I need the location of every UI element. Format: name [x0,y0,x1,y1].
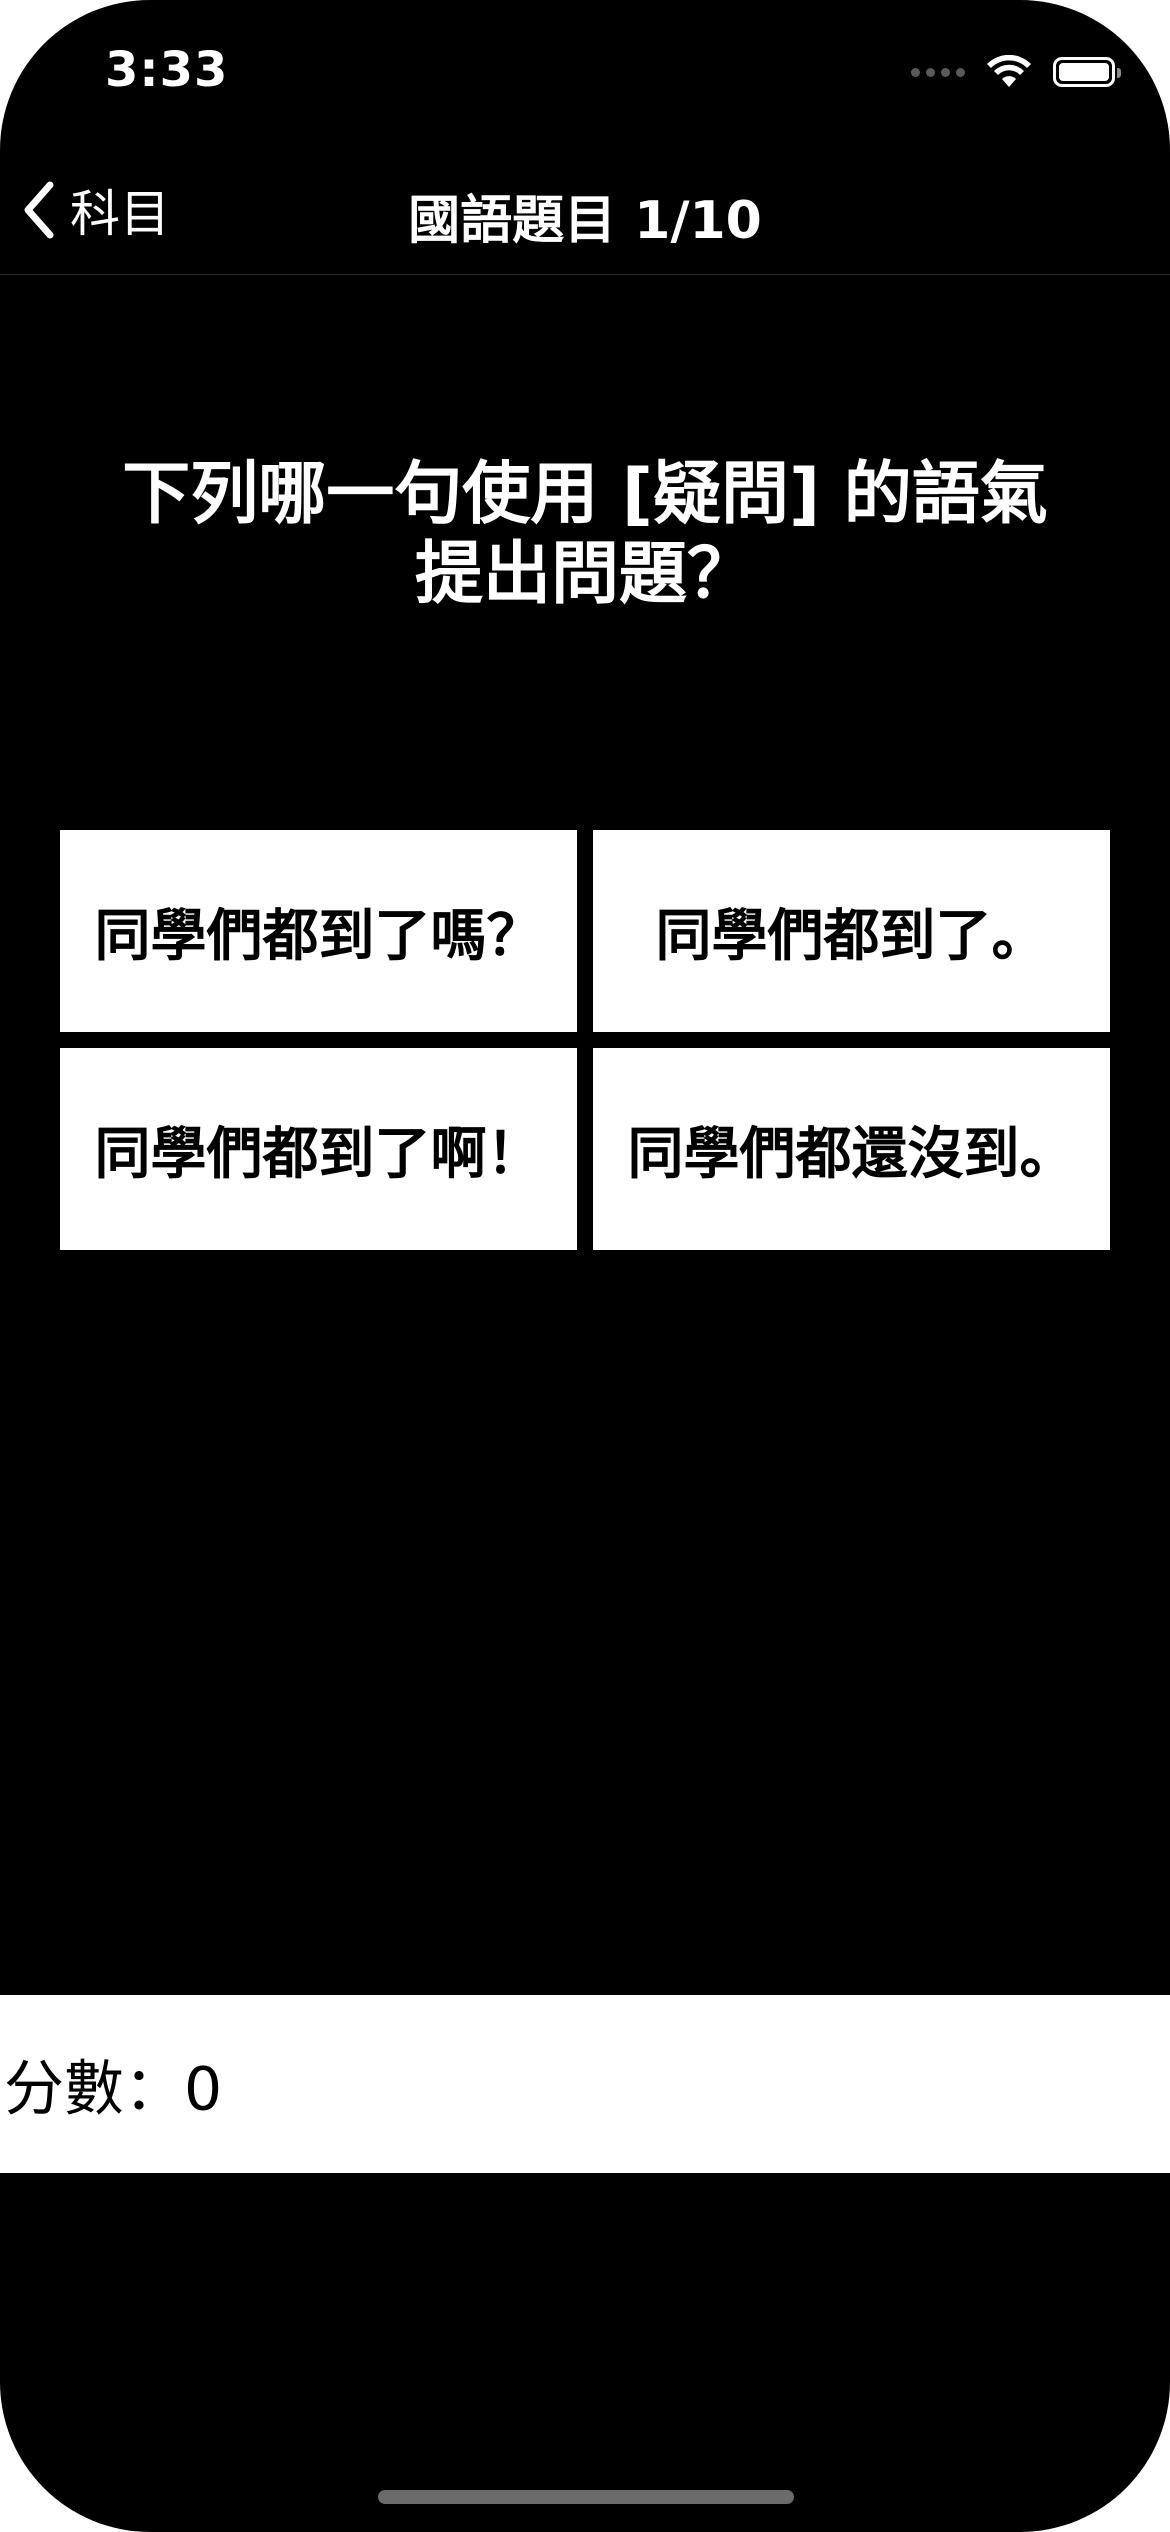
answer-option-3[interactable]: 同學們都到了啊！ [60,1048,577,1250]
answer-options: 同學們都到了嗎？ 同學們都到了。 同學們都到了啊！ 同學們都還沒到。 [60,830,1110,1250]
question-line-2: 提出問題？ [414,535,755,614]
cellular-signal-icon [911,67,965,77]
score-bar: 分數：0 [0,1995,1170,2173]
wifi-icon [987,55,1031,87]
app-screen: 3:33 科目 國語題目 1/10 下列哪一句使用 [疑問] 的語氣 提出問題？… [0,0,1170,2532]
home-indicator[interactable] [378,2490,794,2504]
question-text: 下列哪一句使用 [疑問] 的語氣 提出問題？ [110,455,1060,615]
status-time: 3:33 [105,42,229,98]
status-icons [911,52,1121,92]
page-title: 國語題目 1/10 [408,191,762,251]
answer-option-4[interactable]: 同學們都還沒到。 [593,1048,1110,1250]
answer-option-2[interactable]: 同學們都到了。 [593,830,1110,1032]
question-line-1: 下列哪一句使用 [疑問] 的語氣 [122,455,1048,534]
score-label: 分數：0 [4,2054,223,2125]
answer-option-1[interactable]: 同學們都到了嗎？ [60,830,577,1032]
battery-icon [1053,57,1121,87]
device-notch [340,0,830,100]
navigation-bar: 科目 國語題目 1/10 [0,140,1170,275]
